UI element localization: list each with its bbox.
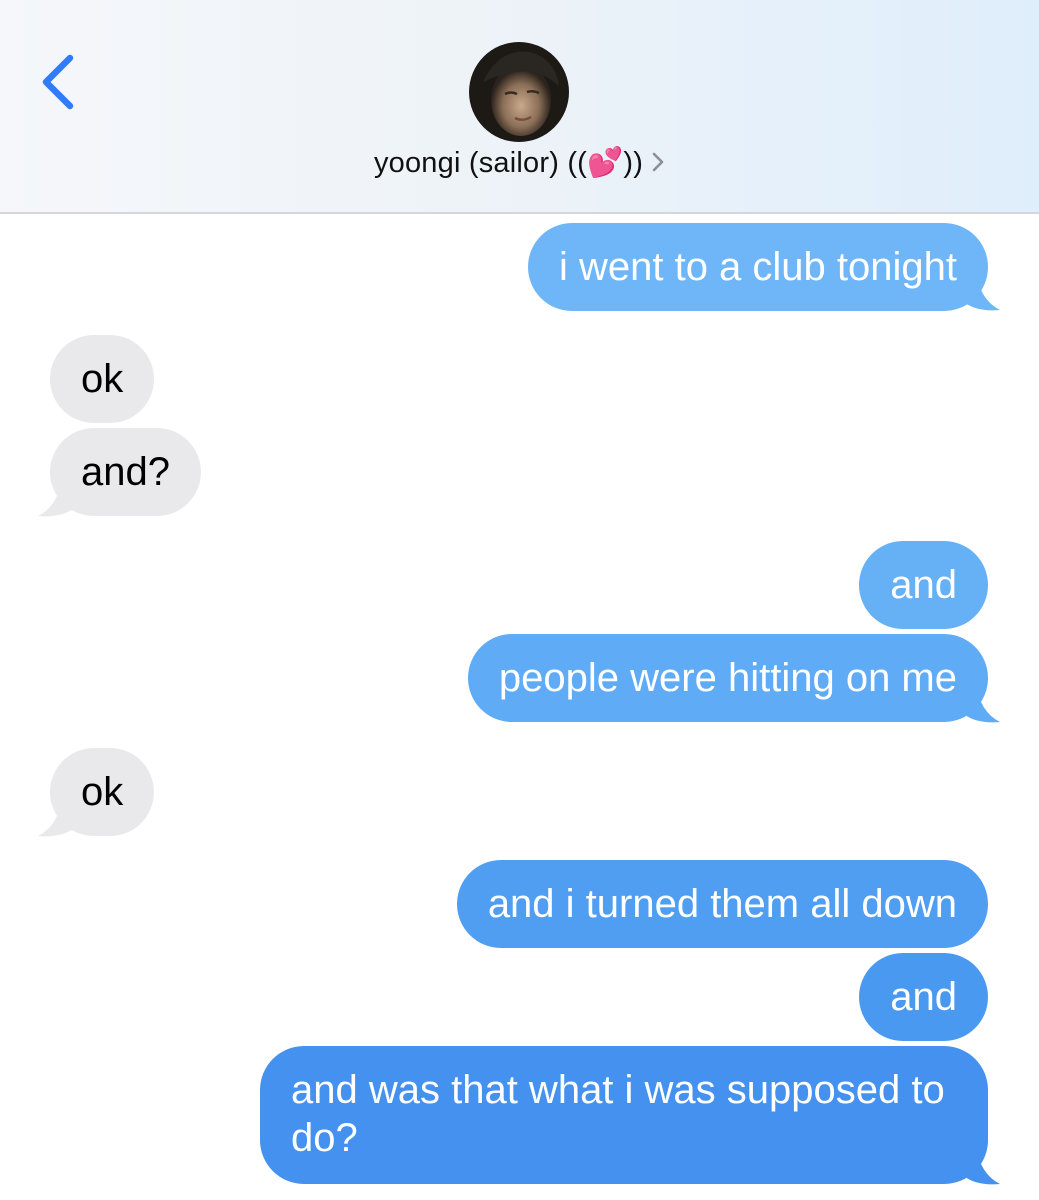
received-bubble-tail (38, 478, 76, 517)
sent-message-bubble[interactable]: people were hitting on me (467, 634, 988, 722)
sent-bubble-tail (962, 1146, 1000, 1185)
sent-message-bubble[interactable]: and was that what i was supposed to do? (260, 1046, 988, 1184)
contact-avatar[interactable] (469, 42, 569, 142)
back-button[interactable] (36, 52, 80, 112)
contact-name-button[interactable]: yoongi (sailor) ((💕)) (0, 146, 1039, 181)
sent-message-bubble[interactable]: and (859, 541, 988, 629)
sent-message-bubble[interactable]: and i turned them all down (456, 860, 988, 948)
chevron-right-icon (651, 148, 665, 181)
avatar-image (469, 42, 569, 142)
received-message-bubble[interactable]: ok (50, 335, 155, 423)
sent-message-bubble[interactable]: i went to a club tonight (527, 223, 988, 311)
sent-bubble-tail (962, 272, 1000, 311)
sent-message-bubble[interactable]: and (859, 953, 988, 1041)
contact-name: yoongi (sailor) ((💕)) (373, 147, 644, 179)
conversation-header: yoongi (sailor) ((💕)) (0, 0, 1039, 214)
received-bubble-tail (38, 798, 76, 837)
sent-bubble-tail (962, 684, 1000, 723)
chevron-left-icon (42, 54, 74, 110)
